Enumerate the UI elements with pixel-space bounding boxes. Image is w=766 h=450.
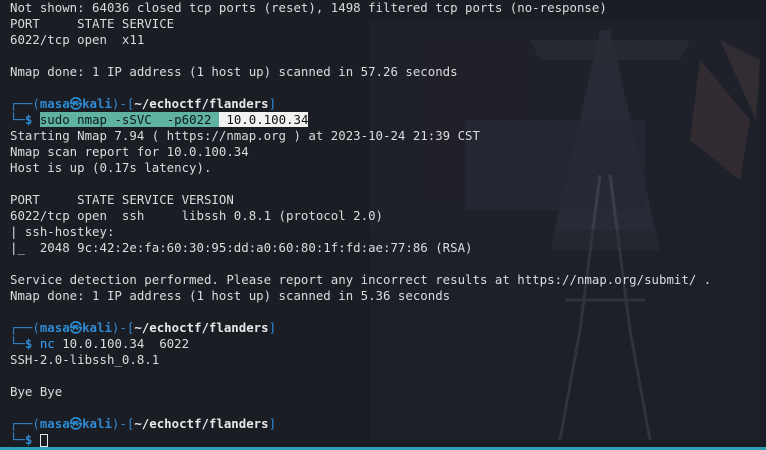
terminal-line: PORT STATE SERVICE VERSION	[10, 192, 234, 207]
terminal-line: 6022/tcp open x11	[10, 32, 145, 47]
terminal-line: |_ 2048 9c:42:2e:fa:60:30:95:dd:a0:60:80…	[10, 240, 473, 255]
command-line: └─$ sudo nmap -sSVC -p6022 10.0.100.34	[10, 112, 766, 128]
command-nc: nc	[39, 336, 55, 351]
prompt-end: ]	[268, 320, 277, 335]
terminal-line: Starting Nmap 7.94 ( https://nmap.org ) …	[10, 128, 480, 143]
prompt-separator: )-[	[111, 96, 135, 111]
command-args-scan: -sSVC	[114, 112, 160, 127]
prompt-header: ┌──(masa㉿kali)-[~/echoctf/flanders]	[10, 416, 766, 432]
prompt-corner-top: ┌──(	[10, 320, 40, 335]
prompt-corner-top: ┌──(	[10, 416, 40, 431]
command-line-active[interactable]: └─$	[10, 432, 766, 448]
prompt-end: ]	[268, 96, 277, 111]
prompt-separator: )-[	[111, 320, 135, 335]
terminal-line: Nmap done: 1 IP address (1 host up) scan…	[10, 64, 458, 79]
terminal-line: Service detection performed. Please repo…	[10, 272, 712, 287]
terminal-line: Bye Bye	[10, 384, 63, 399]
terminal-line: PORT STATE SERVICE	[10, 16, 175, 31]
terminal-output[interactable]: Not shown: 64036 closed tcp ports (reset…	[10, 0, 766, 450]
prompt-path: ~/echoctf/flanders	[134, 320, 269, 335]
prompt-separator: )-[	[111, 416, 135, 431]
prompt-path: ~/echoctf/flanders	[134, 416, 269, 431]
terminal-line: Nmap scan report for 10.0.100.34	[10, 144, 249, 159]
command-nc-args: 10.0.100.34 6022	[54, 336, 190, 351]
terminal-line: Host is up (0.17s latency).	[10, 160, 212, 175]
terminal-line: SSH-2.0-libssh_0.8.1	[10, 352, 160, 367]
prompt-corner-bottom: └─	[10, 432, 25, 447]
prompt-corner-top: ┌──(	[10, 96, 40, 111]
prompt-user: masa㉿kali	[39, 416, 112, 431]
command-args-port: -p6022	[166, 112, 219, 127]
terminal-line: 6022/tcp open ssh libssh 0.8.1 (protocol…	[10, 208, 383, 223]
command-line: └─$ nc 10.0.100.34 6022	[10, 336, 766, 352]
prompt-header: ┌──(masa㉿kali)-[~/echoctf/flanders]	[10, 96, 766, 112]
command-ip: 10.0.100.34	[218, 112, 309, 127]
prompt-user: masa㉿kali	[39, 96, 112, 111]
prompt-end: ]	[268, 416, 277, 431]
prompt-corner-bottom: └─	[10, 336, 25, 351]
prompt-corner-bottom: └─	[10, 112, 25, 127]
prompt-dollar: $	[24, 432, 40, 447]
command-nmap: nmap	[77, 112, 107, 127]
prompt-header: ┌──(masa㉿kali)-[~/echoctf/flanders]	[10, 320, 766, 336]
prompt-user: masa㉿kali	[39, 320, 112, 335]
prompt-dollar: $	[24, 336, 40, 351]
text-cursor[interactable]	[39, 434, 48, 447]
prompt-dollar: $	[24, 112, 40, 127]
terminal-line: Nmap done: 1 IP address (1 host up) scan…	[10, 288, 451, 303]
prompt-path: ~/echoctf/flanders	[134, 96, 269, 111]
terminal-line: Not shown: 64036 closed tcp ports (reset…	[10, 0, 607, 15]
command-sudo: sudo	[39, 112, 70, 127]
terminal-line: | ssh-hostkey:	[10, 224, 115, 239]
